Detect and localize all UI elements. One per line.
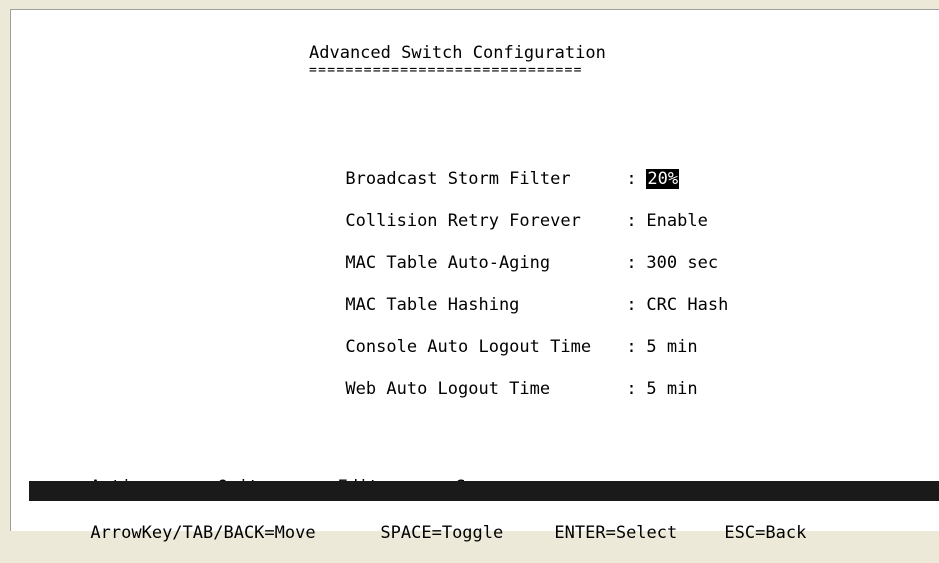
setting-row-console-auto-logout-time[interactable]: Console Auto Logout Time:5 min <box>284 317 697 357</box>
separator: : <box>626 337 637 357</box>
help-toggle: SPACE=Toggle <box>380 523 504 543</box>
setting-value-field[interactable]: 5 min <box>646 379 697 399</box>
console-screen: Advanced Switch Configuration ==========… <box>10 9 939 543</box>
setting-label: Console Auto Logout Time <box>345 337 592 357</box>
setting-row-mac-table-auto-aging[interactable]: MAC Table Auto-Aging:300 sec <box>284 233 718 273</box>
setting-value-field[interactable]: CRC Hash <box>646 295 728 315</box>
setting-label: Collision Retry Forever <box>345 211 581 231</box>
setting-label: MAC Table Auto-Aging <box>345 253 551 273</box>
separator: : <box>626 295 637 315</box>
separator: : <box>626 379 637 399</box>
setting-row-collision-retry-forever[interactable]: Collision Retry Forever: Enable <box>284 191 707 231</box>
setting-label: Web Auto Logout Time <box>345 379 551 399</box>
help-move: ArrowKey/TAB/BACK=Move <box>90 523 316 543</box>
help-back: ESC=Back <box>724 523 807 543</box>
setting-value-field[interactable]: 300 sec <box>646 253 718 273</box>
terminal-window: Advanced Switch Configuration ==========… <box>0 0 939 543</box>
setting-label: Broadcast Storm Filter <box>345 169 571 189</box>
separator: : <box>626 169 637 189</box>
help-select: ENTER=Select <box>554 523 678 543</box>
title-underline: ============================== <box>309 63 583 78</box>
setting-value-field[interactable]: 5 min <box>646 337 697 357</box>
actions-bar: Actions-><Quit><Edit><Save> <box>29 457 506 497</box>
separator: : <box>626 211 637 231</box>
setting-label: MAC Table Hashing <box>345 295 520 315</box>
setting-value-field[interactable]: Enable <box>646 211 707 231</box>
help-line: ArrowKey/TAB/BACK=Move SPACE=Toggle ENTER=… <box>29 503 806 543</box>
setting-value-field[interactable]: 20% <box>646 169 680 189</box>
separator: : <box>626 253 637 273</box>
status-bar <box>29 481 939 501</box>
setting-row-broadcast-storm-filter[interactable]: Broadcast Storm Filter:20% <box>284 149 680 189</box>
setting-row-web-auto-logout-time[interactable]: Web Auto Logout Time:5 min <box>284 359 697 399</box>
setting-row-mac-table-hashing[interactable]: MAC Table Hashing: CRC Hash <box>284 275 728 315</box>
page-title: Advanced Switch Configuration <box>309 43 606 63</box>
